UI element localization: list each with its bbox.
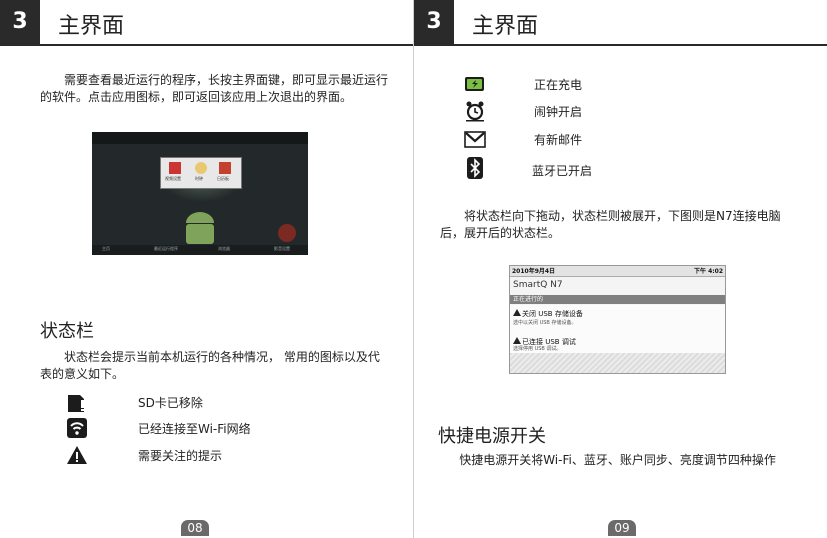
notification-item: 已连接 USB 调试 选择停用 USB 调试。 (510, 333, 725, 353)
device-name: SmartQ N7 (513, 280, 563, 290)
legend-label: 已经连接至Wi-Fi网络 (138, 422, 251, 436)
bluetooth-icon (467, 157, 483, 179)
drag-description: 将状态栏向下拖动，状态栏则被展开，下图则是N7连接电脑后，展开后的状态栏。 (440, 209, 781, 240)
status-bar-description: 状态栏会提示当前本机运行的各种情况， 常用的图标以及代表的意义如下。 (40, 350, 380, 381)
dock-label: 主页 (102, 246, 110, 251)
screenshot-status-bar (92, 132, 308, 144)
legend-label: 有新邮件 (534, 133, 583, 147)
clock-icon (195, 162, 207, 174)
legend-row-bluetooth: 蓝牙已开启 (464, 157, 714, 179)
empty-notification-area (510, 353, 725, 373)
sd-card-removed-icon (68, 395, 84, 412)
legend-label: SD卡已移除 (138, 396, 203, 410)
page-number: 08 (181, 520, 209, 536)
section-title-power-switch: 快捷电源开关 (438, 426, 546, 447)
video-settings-icon (169, 162, 181, 174)
android-robot-icon (186, 212, 214, 244)
legend-label: 蓝牙已开启 (532, 164, 593, 178)
page-number: 09 (608, 520, 636, 536)
chapter-header: 3 主界面 (414, 0, 827, 46)
chapter-header: 3 主界面 (0, 0, 413, 46)
section-title-status-bar: 状态栏 (40, 321, 94, 342)
legend-label: 需要关注的提示 (138, 449, 223, 463)
dock-label: 影音设置 (274, 246, 290, 251)
screenshot-status-bar: 2010年9月4日 下午 4:02 (510, 266, 725, 277)
warning-icon (67, 446, 87, 464)
flower-decoration-icon (278, 224, 296, 242)
legend-row-alarm: 闹钟开启 (464, 100, 714, 122)
app-label: 视频设置 (165, 176, 181, 181)
chapter-title: 主界面 (58, 14, 125, 39)
notification-subtitle: 选中以关闭 USB 存储设备。 (513, 320, 577, 326)
status-time: 下午 4:02 (693, 268, 723, 275)
power-switch-description: 快捷电源开关将Wi-Fi、蓝牙、账户同步、亮度调节四种操作 (459, 453, 776, 467)
alarm-clock-icon (466, 101, 484, 122)
chapter-number: 3 (414, 0, 454, 44)
warning-icon (513, 309, 521, 316)
legend-row-charging: 正在充电 (464, 73, 714, 95)
gmail-icon (464, 131, 486, 148)
legend-row-warning: 需要关注的提示 (66, 444, 326, 466)
legend-label: 闹钟开启 (534, 105, 583, 119)
app-label: 时钟 (195, 176, 203, 181)
notification-subtitle: 选择停用 USB 调试。 (513, 346, 562, 352)
dock-label: 最近运行程序 (154, 246, 178, 251)
right-page: 3 主界面 正在充电 闹钟开启 有新邮件 蓝牙已开启 将状态栏向下拖动，状态栏则… (414, 0, 827, 538)
chapter-title: 主界面 (472, 14, 539, 39)
legend-row-mail: 有新邮件 (464, 128, 714, 150)
wifi-connected-icon (67, 418, 87, 438)
calendar-icon (219, 162, 231, 174)
intro-paragraph: 需要查看最近运行的程序，长按主界面键，即可显示最近运行的软件。点击应用图标，即可… (40, 73, 389, 104)
home-screen-screenshot: 视频设置 时钟 日历板 主页 最近运行程序 浏览器 影音设置 (92, 132, 308, 255)
recent-apps-folder: 视频设置 时钟 日历板 (160, 157, 242, 189)
legend-row-sd-card: SD卡已移除 (66, 391, 326, 413)
notification-title: 关闭 USB 存储设备 (522, 310, 583, 318)
app-label: 日历板 (217, 176, 229, 181)
screenshot-dock: 主页 最近运行程序 浏览器 影音设置 (92, 245, 308, 255)
legend-row-wifi: 已经连接至Wi-Fi网络 (66, 417, 326, 439)
chapter-number: 3 (0, 0, 40, 44)
battery-charging-icon (465, 77, 484, 91)
ongoing-header: 正在进行的 (510, 295, 725, 304)
expanded-status-bar-screenshot: 2010年9月4日 下午 4:02 SmartQ N7 正在进行的 关闭 USB… (509, 265, 726, 374)
warning-icon (513, 337, 521, 344)
notification-item: 关闭 USB 存储设备 选中以关闭 USB 存储设备。 (510, 305, 725, 334)
legend-label: 正在充电 (534, 78, 583, 92)
dock-label: 浏览器 (218, 246, 230, 251)
status-date: 2010年9月4日 (512, 268, 556, 275)
left-page: 3 主界面 需要查看最近运行的程序，长按主界面键，即可显示最近运行的软件。点击应… (0, 0, 413, 538)
